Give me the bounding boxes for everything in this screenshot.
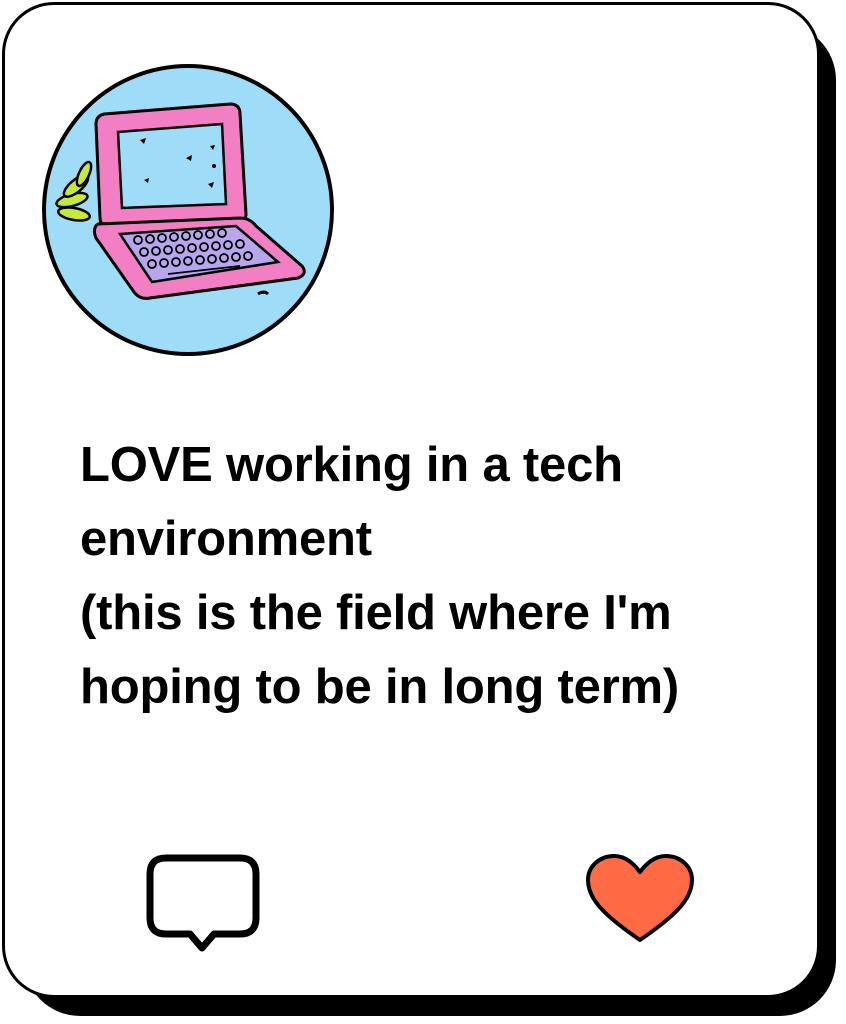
post-text-line: LOVE working in a tech: [80, 438, 623, 492]
comment-button[interactable]: [142, 852, 264, 960]
speech-bubble-icon: [146, 854, 260, 952]
post-text-line: hoping to be in long term): [80, 660, 680, 714]
post-card-stage: LOVE working in a tech environment (this…: [0, 0, 846, 1024]
post-text-line: (this is the field where I'm: [80, 586, 672, 640]
heart-icon: [586, 854, 694, 942]
post-text-line: environment: [80, 512, 372, 566]
post-text: LOVE working in a tech environment (this…: [80, 428, 800, 724]
pink-laptop-icon: [42, 64, 334, 356]
like-button[interactable]: [582, 852, 698, 948]
